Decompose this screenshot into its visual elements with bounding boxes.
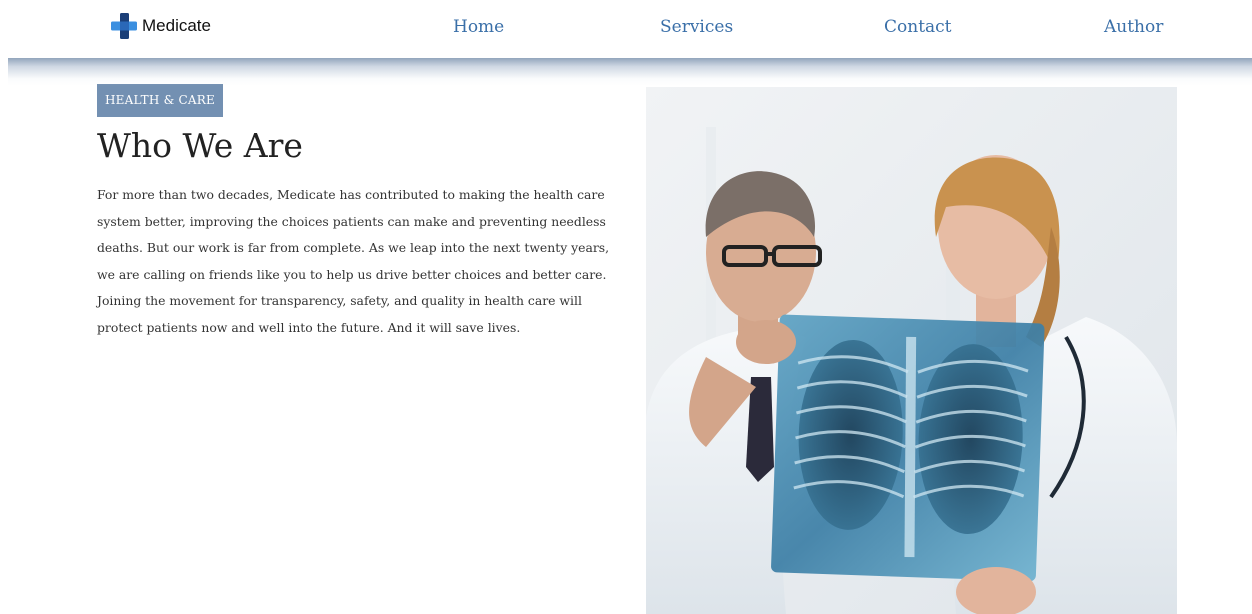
nav-services-link[interactable]: Services [660,17,733,37]
doctors-xray-photo [646,87,1177,614]
header-shadow [8,56,1252,86]
section-body-text: For more than two decades, Medicate has … [97,187,610,335]
site-header: Medicate Home Services Contact Author [0,0,1252,58]
section-title: Who We Are [97,126,303,165]
page: Medicate Home Services Contact Author HE… [0,0,1252,614]
brand-name: Medicate [142,16,211,35]
medical-cross-icon [109,12,139,40]
category-badge: HEALTH & CARE [97,84,223,117]
nav-contact-link[interactable]: Contact [884,17,952,37]
doctors-xray-illustration [646,87,1177,614]
brand-logo[interactable]: Medicate [109,12,211,40]
nav-author-link[interactable]: Author [1104,17,1163,37]
nav-home-link[interactable]: Home [453,17,504,37]
